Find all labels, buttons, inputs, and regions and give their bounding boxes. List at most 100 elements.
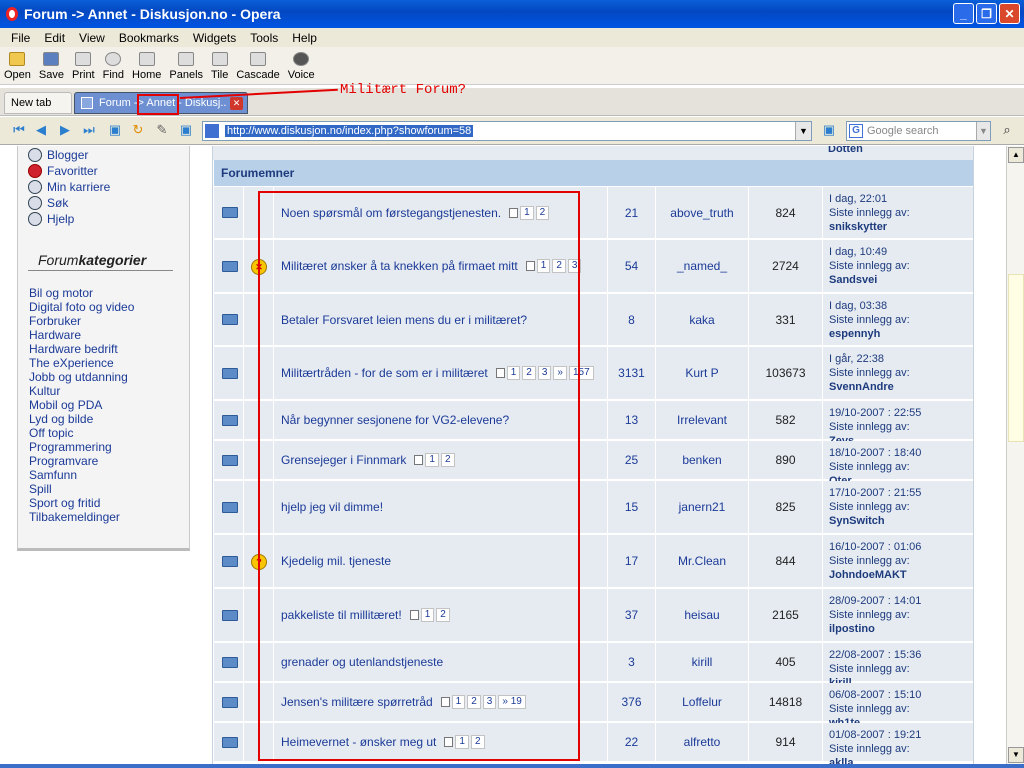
category-link[interactable]: Digital foto og video bbox=[29, 300, 134, 314]
voice-button[interactable]: Voice bbox=[288, 52, 315, 84]
last-post-author-link[interactable]: Sandsvei bbox=[829, 274, 877, 286]
menu-bookmarks[interactable]: Bookmarks bbox=[112, 31, 186, 45]
category-link[interactable]: Bil og motor bbox=[29, 286, 93, 300]
fast-forward-icon[interactable]: ⏭ bbox=[82, 123, 96, 137]
category-link[interactable]: Jobb og utdanning bbox=[29, 370, 128, 384]
scroll-thumb[interactable] bbox=[1008, 274, 1024, 442]
category-link[interactable]: Programvare bbox=[29, 454, 98, 468]
last-post-date: 01/08-2007 : 19:21 bbox=[829, 729, 922, 741]
category-link[interactable]: Samfunn bbox=[29, 468, 77, 482]
topic-author-link[interactable]: Irrelevant bbox=[656, 401, 749, 439]
forward-icon[interactable]: ▶ bbox=[58, 123, 72, 137]
sidebar-item-blogger[interactable]: Blogger bbox=[28, 148, 88, 162]
tab-new[interactable]: New tab bbox=[4, 92, 72, 114]
add-page-icon[interactable]: ▣ bbox=[179, 123, 193, 137]
category-link[interactable]: Forbruker bbox=[29, 314, 81, 328]
category-link[interactable]: Spill bbox=[29, 482, 52, 496]
last-post-author-link[interactable]: SvennAndre bbox=[829, 381, 894, 393]
topic-author-link[interactable]: kaka bbox=[656, 294, 749, 345]
topic-author-link[interactable]: _named_ bbox=[656, 240, 749, 292]
edit-wand-icon[interactable]: ✎ bbox=[155, 123, 169, 137]
topic-author-link[interactable]: Kurt P bbox=[656, 347, 749, 399]
search-engine-icon[interactable]: ▣ bbox=[822, 123, 836, 137]
print-button[interactable]: Print bbox=[72, 52, 95, 84]
blog-icon bbox=[28, 148, 42, 162]
address-bar: ⏮ ◀ ▶ ⏭ ▣ ↻ ✎ ▣ http://www.diskusjon.no/… bbox=[0, 117, 1024, 145]
topic-author-link[interactable]: benken bbox=[656, 441, 749, 479]
topic-status-cell bbox=[214, 187, 244, 238]
menu-view[interactable]: View bbox=[72, 31, 112, 45]
category-link[interactable]: Hardware bbox=[29, 328, 81, 342]
menu-tools[interactable]: Tools bbox=[243, 31, 285, 45]
last-post-cell: 28/09-2007 : 14:01 Siste innlegg av: ilp… bbox=[823, 589, 973, 641]
last-post-author-link[interactable]: JohndoeMAKT bbox=[829, 569, 907, 581]
last-post-date: 16/10-2007 : 01:06 bbox=[829, 541, 922, 553]
last-post-author-link[interactable]: SynSwitch bbox=[829, 515, 885, 527]
category-link[interactable]: Tilbakemeldinger bbox=[29, 510, 120, 524]
heart-icon bbox=[28, 164, 42, 178]
panels-button[interactable]: Panels bbox=[169, 52, 203, 84]
open-button[interactable]: Open bbox=[4, 52, 31, 84]
close-window-button[interactable]: ✕ bbox=[999, 3, 1020, 24]
vertical-scrollbar[interactable]: ▲ ▼ bbox=[1006, 146, 1024, 764]
topic-author-link[interactable]: Mr.Clean bbox=[656, 535, 749, 587]
scroll-up-icon[interactable]: ▲ bbox=[1008, 147, 1024, 163]
last-post-author-link[interactable]: ilpostino bbox=[829, 623, 875, 635]
topic-author-link[interactable]: Loffelur bbox=[656, 683, 749, 721]
save-button[interactable]: Save bbox=[39, 52, 64, 84]
reload-icon[interactable]: ↻ bbox=[131, 123, 145, 137]
menu-help[interactable]: Help bbox=[285, 31, 324, 45]
tile-button[interactable]: Tile bbox=[211, 52, 228, 84]
replies-count: 8 bbox=[608, 294, 656, 345]
last-post-date: 06/08-2007 : 15:10 bbox=[829, 689, 922, 701]
home-button[interactable]: Home bbox=[132, 52, 161, 84]
category-link[interactable]: Lyd og bilde bbox=[29, 412, 93, 426]
cascade-button[interactable]: Cascade bbox=[236, 52, 280, 84]
category-link[interactable]: Sport og fritid bbox=[29, 496, 100, 510]
minimize-button[interactable]: _ bbox=[953, 3, 974, 24]
topic-author-link[interactable]: above_truth bbox=[656, 187, 749, 238]
main-toolbar: Open Save Print Find Home Panels Tile Ca… bbox=[0, 47, 1024, 85]
category-link[interactable]: Kultur bbox=[29, 384, 60, 398]
last-post-cell: 22/08-2007 : 15:36 Siste innlegg av: kir… bbox=[823, 643, 973, 689]
window-titlebar: Forum -> Annet - Diskusjon.no - Opera _ … bbox=[0, 0, 1024, 28]
back-icon[interactable]: ◀ bbox=[34, 123, 48, 137]
last-post-author-link[interactable]: aklla bbox=[829, 757, 853, 764]
category-link[interactable]: The eXperience bbox=[29, 356, 114, 370]
bookmark-page-icon[interactable]: ▣ bbox=[108, 123, 122, 137]
category-link[interactable]: Programmering bbox=[29, 440, 112, 454]
sidebar-item-sok[interactable]: Søk bbox=[28, 196, 68, 210]
sidebar-item-min-karriere[interactable]: Min karriere bbox=[28, 180, 110, 194]
category-link[interactable]: Mobil og PDA bbox=[29, 398, 102, 412]
category-link[interactable]: Hardware bedrift bbox=[29, 342, 118, 356]
category-link[interactable]: Off topic bbox=[29, 426, 73, 440]
search-field[interactable]: G Google search ▼ bbox=[846, 121, 991, 141]
folder-icon bbox=[222, 502, 238, 513]
menu-widgets[interactable]: Widgets bbox=[186, 31, 243, 45]
rewind-icon[interactable]: ⏮ bbox=[12, 123, 26, 137]
sidebar-item-hjelp[interactable]: Hjelp bbox=[28, 212, 74, 226]
address-dropdown-icon[interactable]: ▼ bbox=[795, 122, 811, 140]
menu-edit[interactable]: Edit bbox=[37, 31, 72, 45]
page-content: Blogger Favoritter Min karriere Søk Hjel… bbox=[0, 146, 1006, 764]
last-post-author-link[interactable]: espennyh bbox=[829, 328, 880, 340]
views-count: 14818 bbox=[749, 683, 823, 721]
search-dropdown-icon[interactable]: ▼ bbox=[976, 122, 990, 140]
menu-file[interactable]: File bbox=[4, 31, 37, 45]
last-post-cell: 01/08-2007 : 19:21 Siste innlegg av: akl… bbox=[823, 723, 973, 764]
binoculars-icon[interactable]: ⌕ bbox=[1000, 123, 1014, 137]
find-button[interactable]: Find bbox=[103, 52, 124, 84]
address-field[interactable]: http://www.diskusjon.no/index.php?showfo… bbox=[202, 121, 812, 141]
last-post-date: I dag, 22:01 bbox=[829, 193, 888, 205]
close-tab-icon[interactable]: ✕ bbox=[230, 97, 243, 110]
topic-status-cell bbox=[214, 535, 244, 587]
topic-author-link[interactable]: alfretto bbox=[656, 723, 749, 761]
maximize-button[interactable]: ❐ bbox=[976, 3, 997, 24]
last-post-author-link[interactable]: snikskytter bbox=[829, 221, 887, 233]
topic-author-link[interactable]: kirill bbox=[656, 643, 749, 681]
topic-author-link[interactable]: heisau bbox=[656, 589, 749, 641]
scroll-down-icon[interactable]: ▼ bbox=[1008, 747, 1024, 763]
sidebar-item-favoritter[interactable]: Favoritter bbox=[28, 164, 98, 178]
last-post-cell: 06/08-2007 : 15:10 Siste innlegg av: wh1… bbox=[823, 683, 973, 729]
topic-author-link[interactable]: janern21 bbox=[656, 481, 749, 533]
